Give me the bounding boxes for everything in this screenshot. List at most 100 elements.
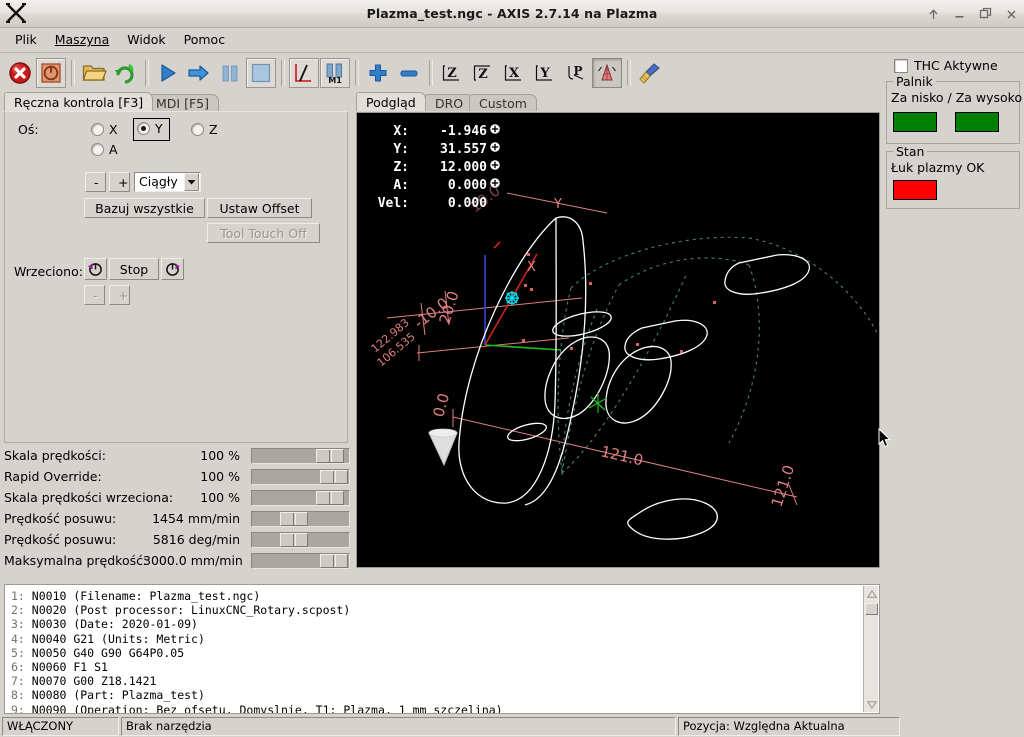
tab-dro[interactable]: DRO: [425, 94, 474, 111]
slider-track-feed-override[interactable]: [251, 448, 350, 464]
dro-vel-value: 0.000: [447, 196, 487, 211]
view-y-icon: Y: [535, 65, 552, 81]
menu-widok[interactable]: Widok: [118, 30, 174, 50]
view-z-button[interactable]: Z: [437, 58, 467, 88]
gcode-line[interactable]: 2: N0020 (Post processor: LinuxCNC_Rotar…: [11, 603, 503, 617]
slider-thumb-feed-override[interactable]: [316, 449, 344, 463]
gcode-scrollbar[interactable]: [863, 586, 878, 712]
spindle-minus-button: -: [84, 285, 105, 305]
menu-maszyna[interactable]: Maszyna: [46, 30, 119, 50]
dro-axis-a-label: A:: [393, 178, 409, 193]
scroll-down-arrow-icon[interactable]: [864, 697, 879, 712]
toolbar-separator: [71, 60, 75, 86]
set-offset-button[interactable]: Ustaw Offset: [207, 198, 312, 218]
axis-radio-x[interactable]: X: [91, 122, 118, 137]
gcode-line[interactable]: 5: N0050 G40 G90 G64P0.05: [11, 646, 503, 660]
tab-manual-control[interactable]: Ręczna kontrola [F3]: [4, 92, 154, 111]
gcode-listing[interactable]: 1: N0010 (Filename: Plazma_test.ngc) 2: …: [4, 584, 880, 714]
jog-increment-combo[interactable]: Ciągły: [134, 172, 201, 192]
skip-optional-button[interactable]: [289, 58, 319, 88]
dro-axis-y-value: 31.557: [440, 142, 487, 157]
minus-icon: [400, 70, 418, 77]
thc-active-checkbox[interactable]: THC Aktywne: [894, 58, 998, 73]
slider-thumb-max-velocity[interactable]: [320, 554, 348, 568]
gcode-line[interactable]: 6: N0060 F1 S1: [11, 660, 503, 674]
view-x-icon: X: [504, 65, 521, 81]
gcode-line[interactable]: 1: N0010 (Filename: Plazma_test.ngc): [11, 589, 503, 603]
gcode-line[interactable]: 3: N0030 (Date: 2020-01-09): [11, 617, 503, 631]
slider-thumb-spindle-override[interactable]: [316, 491, 344, 505]
dro-home-marker-a: [489, 177, 501, 195]
slider-thumb-feed-linear[interactable]: [280, 512, 308, 526]
jog-minus-button[interactable]: -: [85, 172, 106, 192]
minimize-icon[interactable]: [951, 6, 968, 23]
shade-icon[interactable]: [925, 6, 942, 23]
tab-podglad[interactable]: Podgląd: [356, 92, 426, 111]
estop-button[interactable]: [5, 58, 35, 88]
slider-thumb-feed-angular[interactable]: [280, 533, 308, 547]
zoom-in-button[interactable]: [363, 58, 393, 88]
slider-row-feed-override: Skala prędkości: 100 %: [0, 446, 352, 467]
gcode-line-number: 2:: [11, 603, 25, 618]
gcode-line-number: 7:: [11, 674, 25, 689]
axis-radio-y[interactable]: Y: [137, 121, 163, 136]
gcode-3d-preview-canvas[interactable]: X: -1.946 Y: 31.557 Z: 12.000 A: 0.000 V…: [356, 112, 880, 568]
scroll-up-arrow-icon[interactable]: [864, 586, 879, 601]
open-file-button[interactable]: [79, 58, 109, 88]
spindle-stop-button[interactable]: Stop: [109, 258, 159, 280]
toggle-tool-cone-button[interactable]: [592, 58, 622, 88]
gcode-scrollbar-thumb[interactable]: [865, 603, 878, 615]
svg-text:Y: Y: [539, 66, 550, 81]
zoom-out-button[interactable]: [394, 58, 424, 88]
gcode-line[interactable]: 8: N0080 (Part: Plazma_test): [11, 688, 503, 702]
gcode-line[interactable]: 4: N0040 G21 (Units: Metric): [11, 632, 503, 646]
folder-open-icon: [82, 65, 107, 81]
clear-plot-button[interactable]: [635, 58, 665, 88]
view-y-button[interactable]: Y: [530, 58, 560, 88]
svg-text:X: X: [509, 66, 520, 81]
optional-stop-button[interactable]: M1: [320, 58, 350, 88]
maximize-icon[interactable]: [977, 6, 994, 23]
run-program-button[interactable]: [153, 58, 183, 88]
slider-track-rapid-override[interactable]: [251, 469, 350, 485]
gcode-line[interactable]: 7: N0070 G00 Z18.1421: [11, 674, 503, 688]
view-p-button[interactable]: P: [561, 58, 591, 88]
svg-text:M1: M1: [328, 76, 342, 84]
dro-axis-x-label: X:: [393, 124, 409, 139]
spindle-cw-icon: [166, 262, 180, 276]
slider-track-max-velocity[interactable]: [251, 553, 350, 569]
home-all-button[interactable]: Bazuj wszystkie: [84, 198, 205, 218]
spindle-ccw-button[interactable]: [84, 258, 107, 280]
stop-program-button[interactable]: [246, 58, 276, 88]
menu-pomoc[interactable]: Pomoc: [175, 30, 234, 50]
axis-radio-z-label: Z: [209, 122, 218, 137]
view-x-button[interactable]: X: [499, 58, 529, 88]
gcode-line[interactable]: 9: N0090 (Operation: Bez ofsetu, Domysln…: [11, 703, 503, 713]
manual-control-panel: Oś: X Y Z A - + Ciągły Bazuj wszystkie U…: [4, 111, 348, 443]
tab-mdi[interactable]: MDI [F5]: [146, 94, 219, 111]
view-z2-button[interactable]: Z: [468, 58, 498, 88]
menu-plik[interactable]: Plik: [6, 30, 46, 50]
tab-custom[interactable]: Custom: [469, 94, 537, 111]
slider-track-feed-angular[interactable]: [251, 532, 350, 548]
status-position-mode: Pozycja: Względna Aktualna: [678, 717, 900, 736]
plus-icon: [369, 64, 387, 82]
slider-thumb-rapid-override[interactable]: [320, 470, 348, 484]
machine-power-button[interactable]: [36, 58, 66, 88]
axis-radio-z[interactable]: Z: [191, 122, 218, 137]
torch-groupbox: Palnik Za nisko / Za wysoko: [886, 74, 1022, 144]
step-program-button[interactable]: [184, 58, 214, 88]
dimension-lines: [386, 192, 798, 506]
dro-axis-z-label: Z:: [393, 160, 409, 175]
chevron-down-icon[interactable]: [183, 173, 199, 191]
pause-program-button[interactable]: [215, 58, 245, 88]
close-icon[interactable]: [1003, 6, 1020, 23]
spindle-cw-button[interactable]: [161, 258, 184, 280]
axis-radio-a[interactable]: A: [91, 142, 118, 157]
reload-file-button[interactable]: [110, 58, 140, 88]
tool-touch-off-button: Tool Touch Off: [207, 223, 320, 243]
jog-plus-button[interactable]: +: [109, 172, 130, 192]
slider-track-feed-linear[interactable]: [251, 511, 350, 527]
slider-track-spindle-override[interactable]: [251, 490, 350, 506]
axis-label: Oś:: [18, 122, 39, 137]
